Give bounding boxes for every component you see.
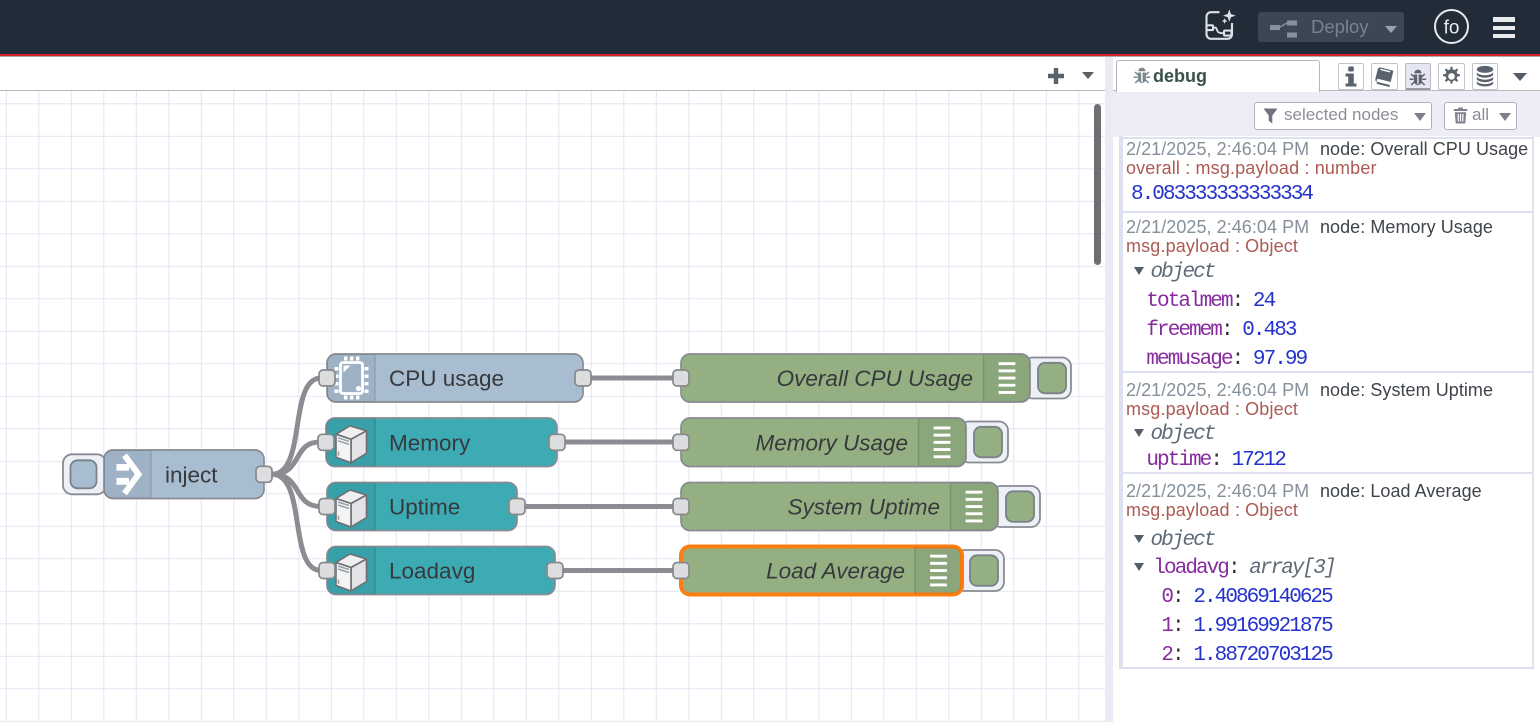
svg-text:CPU usage: CPU usage [389,366,504,391]
svg-text:Load Average: Load Average [766,559,905,584]
svg-text:System Uptime: System Uptime [787,495,940,520]
svg-text:fo: fo [1443,18,1459,39]
svg-text:Uptime: Uptime [389,495,460,520]
svg-text:Overall CPU Usage: Overall CPU Usage [777,366,973,391]
svg-text:Deploy: Deploy [1311,16,1369,37]
svg-text:Loadavg: Loadavg [389,559,475,584]
svg-text:Memory Usage: Memory Usage [755,430,908,455]
svg-text:Memory: Memory [389,430,471,455]
svg-text:inject: inject [165,462,218,487]
